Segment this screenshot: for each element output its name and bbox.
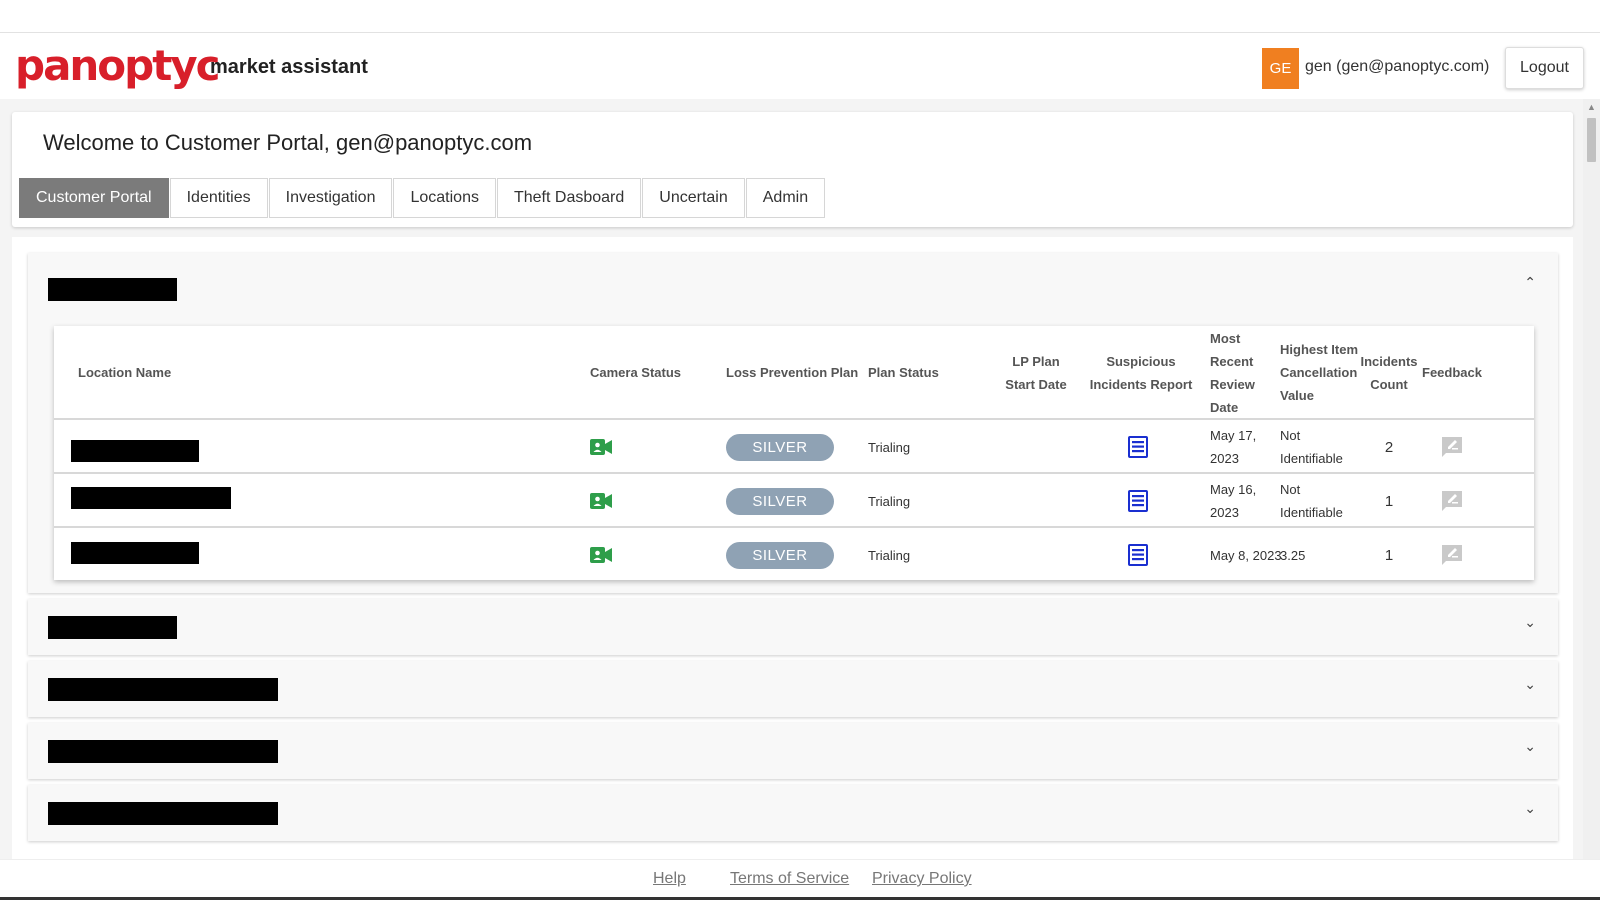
feedback-icon[interactable] <box>1441 490 1463 512</box>
col-header-location-name[interactable]: Location Name <box>78 326 278 419</box>
redacted-location-name <box>71 440 199 462</box>
video-camera-icon <box>590 439 612 455</box>
redacted-group-name <box>48 616 177 639</box>
redacted-group-name <box>48 278 177 301</box>
panoptyc-logo: panoptyc <box>15 41 221 90</box>
logout-button[interactable]: Logout <box>1505 47 1584 89</box>
tab-investigation[interactable]: Investigation <box>268 178 393 218</box>
chevron-down-icon[interactable]: ⌄ <box>1524 677 1536 693</box>
plan-cell: SILVER <box>726 420 834 474</box>
review-date: May 17, 2023 <box>1210 428 1257 466</box>
camera-status-cell <box>590 474 612 528</box>
highest-item-value: Not Identifiable <box>1280 482 1343 520</box>
top-strip <box>0 0 1600 33</box>
redacted-group-name <box>48 802 278 825</box>
highest-item-value: 3.25 <box>1280 547 1306 563</box>
tab-admin[interactable]: Admin <box>745 178 826 218</box>
incidents-count: 1 <box>1384 546 1394 564</box>
col-header-camera-status[interactable]: Camera Status <box>590 326 700 419</box>
page-title: Welcome to Customer Portal, gen@panoptyc… <box>43 130 533 155</box>
chevron-up-icon[interactable]: ⌃ <box>1524 275 1536 291</box>
plan-status: Trialing <box>868 439 911 455</box>
location-group-collapsed[interactable]: ⌄ <box>28 785 1558 841</box>
feedback-icon[interactable] <box>1441 544 1463 566</box>
report-cell <box>1128 420 1148 474</box>
main-area: Welcome to Customer Portal, gen@panoptyc… <box>0 99 1583 859</box>
camera-status-cell <box>590 420 612 474</box>
report-cell <box>1128 474 1148 528</box>
welcome-card: Welcome to Customer Portal, gen@panoptyc… <box>12 112 1573 227</box>
nav-tabs: Customer Portal Identities Investigation… <box>19 178 826 218</box>
plan-cell: SILVER <box>726 474 834 528</box>
feedback-cell <box>1441 528 1463 582</box>
plan-badge: SILVER <box>726 433 834 461</box>
tab-uncertain[interactable]: Uncertain <box>642 178 745 218</box>
scroll-up-icon[interactable]: ▲ <box>1587 102 1596 112</box>
tab-identities[interactable]: Identities <box>169 178 268 218</box>
document-icon[interactable] <box>1128 490 1148 512</box>
location-group-collapsed[interactable]: ⌄ <box>28 599 1558 655</box>
tab-theft-dashboard[interactable]: Theft Dasboard <box>496 178 642 218</box>
plan-status: Trialing <box>868 547 911 563</box>
col-header-lp-plan-start-date[interactable]: LP Plan Start Date <box>1002 326 1070 419</box>
col-header-feedback[interactable]: Feedback <box>1422 326 1482 419</box>
review-date: May 16, 2023 <box>1210 482 1257 520</box>
tab-locations[interactable]: Locations <box>393 178 496 218</box>
col-header-loss-prevention-plan[interactable]: Loss Prevention Plan <box>726 326 866 419</box>
redacted-location-name <box>71 487 231 509</box>
feedback-cell <box>1441 420 1463 474</box>
table-row[interactable]: SILVER Trialing May 17, 2023 Not Identif… <box>54 420 1534 474</box>
content-panel: ⌃ Location Name Camera Status Loss Preve… <box>12 237 1573 859</box>
video-camera-icon <box>590 547 612 563</box>
incidents-count: 1 <box>1384 492 1394 510</box>
app-header: panoptyc market assistant GE gen (gen@pa… <box>0 33 1600 99</box>
col-header-incidents-count[interactable]: Incidents Count <box>1358 326 1420 419</box>
col-header-plan-status[interactable]: Plan Status <box>868 326 968 419</box>
user-avatar[interactable]: GE <box>1262 48 1299 89</box>
vertical-scrollbar[interactable]: ▲ <box>1583 99 1600 859</box>
document-icon[interactable] <box>1128 544 1148 566</box>
scroll-thumb[interactable] <box>1587 118 1596 162</box>
terms-link[interactable]: Terms of Service <box>730 870 849 888</box>
help-link[interactable]: Help <box>653 870 686 888</box>
col-header-suspicious-incidents-report[interactable]: Suspicious Incidents Report <box>1078 326 1204 419</box>
plan-cell: SILVER <box>726 528 834 582</box>
chevron-down-icon[interactable]: ⌄ <box>1524 801 1536 817</box>
logo-subtitle: market assistant <box>210 56 368 78</box>
location-group-expanded: ⌃ Location Name Camera Status Loss Preve… <box>28 253 1558 593</box>
tab-customer-portal[interactable]: Customer Portal <box>19 178 169 218</box>
redacted-group-name <box>48 678 278 701</box>
feedback-cell <box>1441 474 1463 528</box>
table-row[interactable]: SILVER Trialing May 16, 2023 Not Identif… <box>54 474 1534 528</box>
user-label: gen (gen@panoptyc.com) <box>1305 58 1490 75</box>
privacy-link[interactable]: Privacy Policy <box>872 870 972 888</box>
document-icon[interactable] <box>1128 436 1148 458</box>
report-cell <box>1128 528 1148 582</box>
incidents-count: 2 <box>1384 438 1394 456</box>
feedback-icon[interactable] <box>1441 436 1463 458</box>
chevron-down-icon[interactable]: ⌄ <box>1524 739 1536 755</box>
page-footer: Help Terms of Service Privacy Policy <box>0 859 1600 900</box>
review-date: May 8, 2023 <box>1210 547 1282 563</box>
col-header-highest-item-cancellation-value[interactable]: Highest Item Cancellation Value <box>1280 326 1360 419</box>
video-camera-icon <box>590 493 612 509</box>
location-group-collapsed[interactable]: ⌄ <box>28 723 1558 779</box>
redacted-location-name <box>71 542 199 564</box>
chevron-down-icon[interactable]: ⌄ <box>1524 615 1536 631</box>
plan-badge: SILVER <box>726 541 834 569</box>
location-group-collapsed[interactable]: ⌄ <box>28 661 1558 717</box>
table-row[interactable]: SILVER Trialing May 8, 2023 3.25 1 <box>54 528 1534 582</box>
redacted-group-name <box>48 740 278 763</box>
camera-status-cell <box>590 528 612 582</box>
plan-badge: SILVER <box>726 487 834 515</box>
plan-status: Trialing <box>868 493 911 509</box>
col-header-most-recent-review-date[interactable]: Most Recent Review Date <box>1210 326 1270 419</box>
locations-table: Location Name Camera Status Loss Prevent… <box>54 326 1534 580</box>
highest-item-value: Not Identifiable <box>1280 428 1343 466</box>
